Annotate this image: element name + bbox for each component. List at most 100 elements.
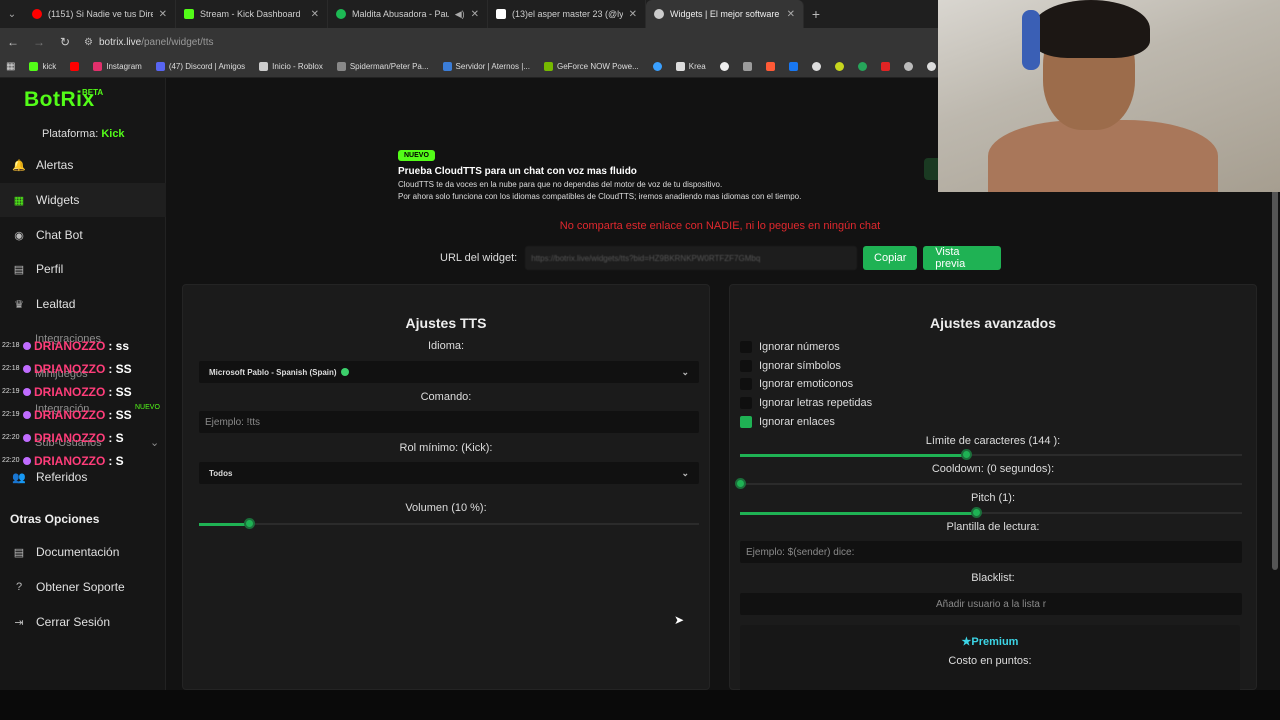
address-bar[interactable]: ⚙ botrix.live/panel/widget/tts [84, 37, 213, 48]
checkbox-box-checked[interactable] [740, 416, 752, 428]
sidebar-item-referidos[interactable]: 👥 Referidos [0, 460, 166, 494]
banner-action-edge[interactable] [924, 158, 938, 180]
close-tab-icon[interactable]: ✕ [787, 9, 795, 20]
cooldown-slider[interactable] [735, 478, 1242, 489]
ignore-repeated-checkbox[interactable]: Ignorar letras repetidas [740, 396, 872, 410]
pitch-slider[interactable] [740, 507, 1242, 518]
sidebar-item-widgets[interactable]: ▦ Widgets [0, 183, 166, 217]
audio-icon[interactable]: ◀) [455, 9, 465, 20]
ignore-emotes-checkbox[interactable]: Ignorar emoticonos [740, 377, 853, 391]
close-tab-icon[interactable]: ✕ [311, 9, 319, 20]
slider-fill [740, 454, 966, 457]
chat-text: : SS [108, 407, 132, 422]
cooldown-label: Cooldown: (0 segundos): [931, 463, 1055, 475]
bookmark[interactable]: kick [29, 62, 56, 71]
chat-time: 22:18 [2, 365, 20, 372]
bookmark-icon [880, 62, 890, 71]
forward-icon[interactable]: → [32, 35, 46, 49]
bookmark[interactable]: GeForce NOW Powe... [543, 62, 639, 71]
browser-tab-active[interactable]: Widgets | El mejor software par ✕ [646, 0, 804, 28]
bookmark[interactable] [788, 62, 798, 71]
tts-settings-panel: Ajustes TTS Idioma: Microsoft Pablo - Sp… [182, 284, 710, 690]
apps-icon[interactable]: ▦ [6, 61, 15, 72]
role-select[interactable]: Todos ⌄ [199, 462, 699, 484]
sidebar-item-chat-bot[interactable]: ◉ Chat Bot [0, 218, 166, 252]
chevron-down-icon: ⌄ [681, 366, 689, 377]
slider-track [740, 483, 1242, 485]
sidebar-item-cerrar-sesion[interactable]: ⇥ Cerrar Sesión [0, 605, 166, 639]
bookmark[interactable] [880, 62, 890, 71]
slider-handle[interactable] [970, 507, 982, 518]
sidebar-item-lealtad[interactable]: ♛ Lealtad [0, 287, 166, 321]
language-select[interactable]: Microsoft Pablo - Spanish (Spain) ⌄ [199, 361, 699, 383]
ignore-symbols-checkbox[interactable]: Ignorar símbolos [740, 359, 841, 373]
bookmark[interactable]: Krea [675, 62, 706, 71]
tab-search-icon[interactable]: ⌄ [0, 0, 24, 28]
close-tab-icon[interactable]: ✕ [471, 9, 479, 20]
bookmark[interactable] [857, 62, 867, 71]
browser-tab[interactable]: Maldita Abusadora - Paulo ◀) ✕ [328, 0, 488, 28]
sidebar-item-perfil[interactable]: ▤ Perfil [0, 252, 166, 286]
language-label: Idioma: [427, 340, 465, 352]
checkbox-box[interactable] [740, 360, 752, 372]
bookmark[interactable] [70, 62, 80, 71]
widget-url-field[interactable]: https://botrix.live/widgets/tts?bid=HZ9B… [525, 246, 858, 270]
chat-text: : SS [108, 384, 132, 399]
checkbox-label: Ignorar letras repetidas [759, 397, 873, 409]
bookmark-label: kick [42, 62, 57, 71]
badge-icon [23, 433, 31, 442]
bookmark[interactable]: Instagram [93, 62, 142, 71]
slider-handle[interactable] [244, 518, 255, 529]
premium-section: ★Premium Costo en puntos: [740, 625, 1240, 695]
char-limit-slider[interactable] [740, 449, 1242, 460]
sidebar-item-soporte[interactable]: ? Obtener Soporte [0, 570, 166, 604]
browser-tab[interactable]: (13)el asper master 23 (@lyrics... ✕ [488, 0, 646, 28]
checkbox-box[interactable] [740, 341, 752, 353]
sidebar-item-documentacion[interactable]: ▤ Documentación [0, 535, 166, 569]
premium-label: Premium [971, 636, 1019, 648]
chat-message: 22:19 DRIANOZZO: SS [2, 403, 162, 426]
roblox-icon [259, 62, 269, 71]
blacklist-input[interactable]: Añadir usuario a la lista r [740, 593, 1242, 615]
slider-handle[interactable] [960, 449, 972, 460]
bookmark[interactable] [719, 62, 729, 71]
browser-tab[interactable]: Stream - Kick Dashboard ✕ [176, 0, 328, 28]
close-tab-icon[interactable]: ✕ [159, 9, 167, 20]
site-info-icon[interactable]: ⚙ [84, 37, 93, 48]
sidebar-item-label: Cerrar Sesión [36, 615, 111, 629]
copy-button[interactable]: Copiar [863, 246, 918, 270]
new-tab-icon[interactable]: + [804, 6, 828, 22]
close-tab-icon[interactable]: ✕ [629, 9, 637, 20]
bookmark-label: Spiderman/Peter Pa... [349, 62, 429, 71]
checkbox-box[interactable] [740, 378, 752, 390]
back-icon[interactable]: ← [6, 35, 20, 49]
banner-text: Por ahora solo funciona con los idiomas … [398, 192, 802, 201]
bookmark[interactable]: Spiderman/Peter Pa... [336, 62, 429, 71]
role-label: Rol mínimo: (Kick): [399, 442, 493, 454]
bookmark[interactable]: Inicio - Roblox [259, 62, 323, 71]
sidebar-item-label: Chat Bot [36, 228, 83, 242]
reload-icon[interactable]: ↻ [58, 35, 72, 49]
ignore-links-checkbox[interactable]: Ignorar enlaces [740, 415, 835, 429]
help-icon: ? [15, 581, 23, 593]
chat-user: DRIANOZZO [34, 384, 106, 399]
volume-slider[interactable] [199, 518, 699, 529]
bookmark[interactable] [834, 62, 844, 71]
sidebar-item-alertas[interactable]: 🔔 Alertas [0, 148, 166, 182]
bookmark[interactable] [765, 62, 775, 71]
preview-button[interactable]: Vista previa [923, 246, 1002, 270]
checkbox-box[interactable] [740, 397, 752, 409]
command-input[interactable]: Ejemplo: !tts [199, 411, 699, 433]
bookmark[interactable] [811, 62, 821, 71]
bookmark[interactable] [652, 62, 662, 71]
bookmark[interactable]: Servidor | Aternos |... [442, 62, 530, 71]
ignore-numbers-checkbox[interactable]: Ignorar números [740, 340, 840, 354]
browser-tab[interactable]: (1151) Si Nadie ve tus Directos ✕ [24, 0, 176, 28]
bookmark[interactable]: (47) Discord | Amigos [155, 62, 245, 71]
bookmark[interactable] [903, 62, 913, 71]
bookmark[interactable] [926, 62, 936, 71]
template-input[interactable]: Ejemplo: $(sender) dice: [740, 541, 1242, 563]
bookmark[interactable] [742, 62, 752, 71]
bookmark-icon [742, 62, 752, 71]
slider-handle[interactable] [735, 478, 746, 489]
